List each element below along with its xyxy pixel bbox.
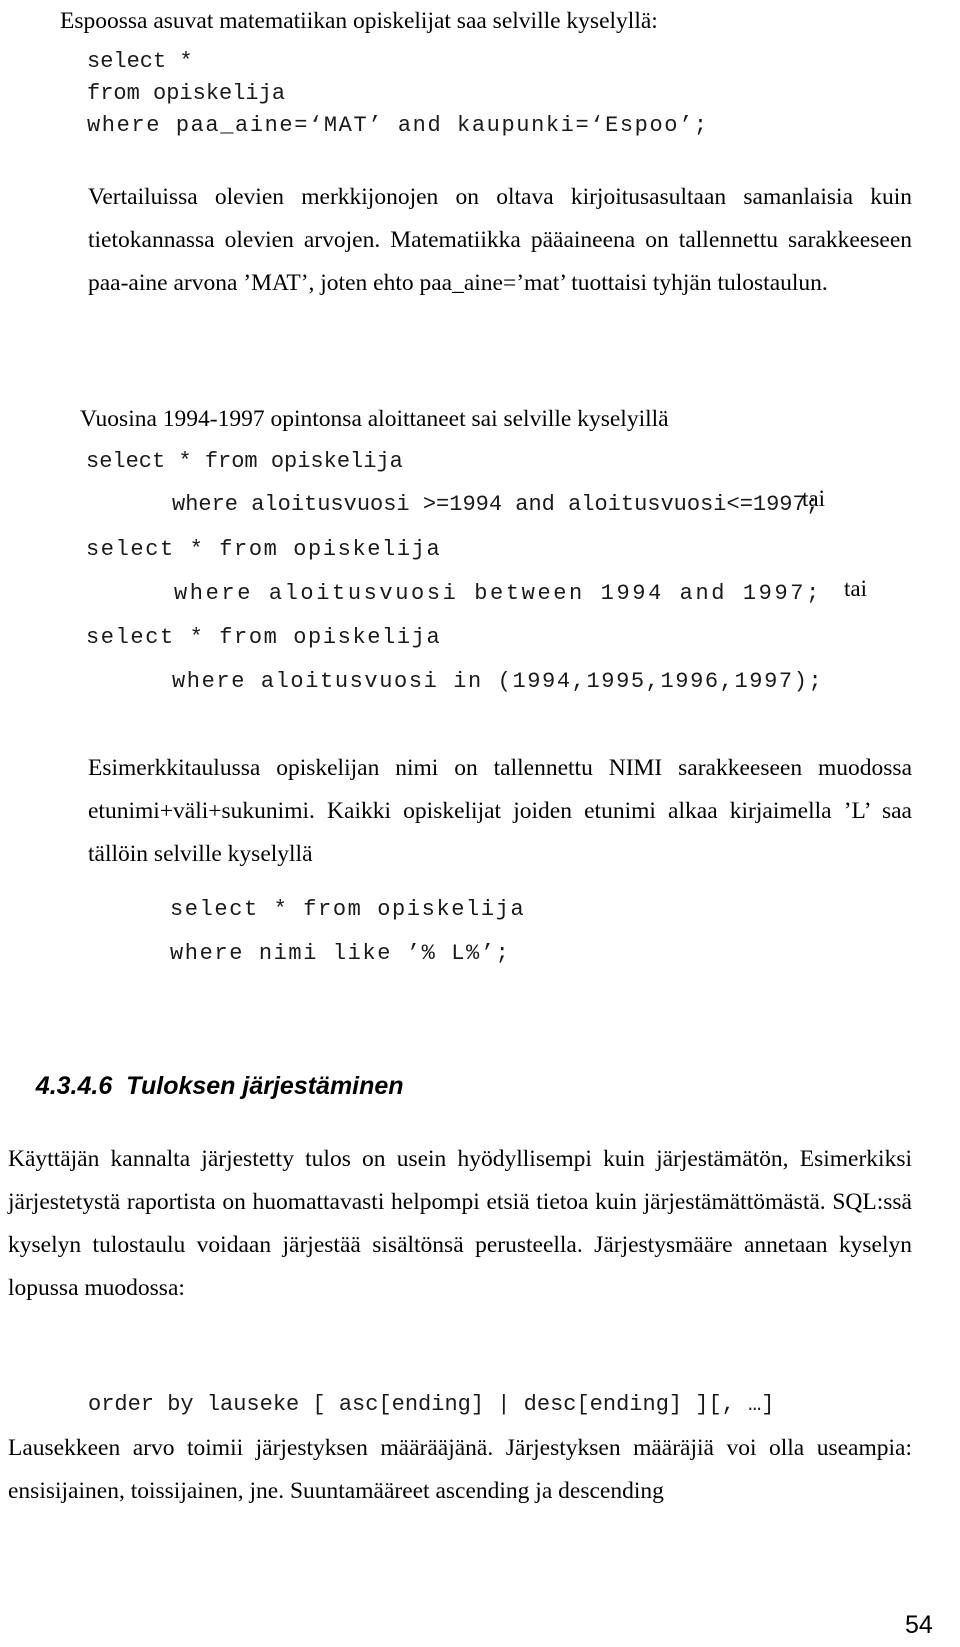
section-title: Tuloksen järjestäminen	[126, 1072, 404, 1100]
code-block-3-line-1: select * from opiskelija	[170, 897, 526, 922]
section-number: 4.3.4.6	[35, 1072, 113, 1100]
paragraph-ordering-details: Lausekkeen arvo toimii järjestyksen määr…	[8, 1435, 912, 1504]
code-block-3-line-2: where nimi like ’% L%’;	[170, 941, 511, 966]
document-page: Espoossa asuvat matematiikan opiskelijat…	[0, 0, 960, 1647]
code-block-2-where-2: where aloitusvuosi between 1994 and 1997…	[174, 581, 822, 606]
code-block-2-where-3: where aloitusvuosi in (1994,1995,1996,19…	[172, 669, 824, 694]
code-block-2-where-1: where aloitusvuosi >=1994 and aloitusvuo…	[172, 492, 819, 517]
code-block-2-select-3: select * from opiskelija	[86, 625, 442, 650]
section-heading: 4.3.4.6 Tuloksen järjestäminen	[8, 1043, 404, 1130]
intro-line: Espoossa asuvat matematiikan opiskelijat…	[60, 8, 658, 34]
paragraph-string-comparison: Vertailuissa olevien merkkijonojen on ol…	[88, 184, 912, 296]
code-block-2-select-2: select * from opiskelija	[86, 537, 442, 562]
code-block-4-line-1: order by lauseke [ asc[ending] | desc[en…	[88, 1392, 775, 1417]
years-query-heading: Vuosina 1994-1997 opintonsa aloittaneet …	[80, 406, 669, 432]
paragraph-name-column: Esimerkkitaulussa opiskelijan nimi on ta…	[88, 755, 912, 867]
code-block-2-tai-1: tai	[802, 486, 825, 511]
section-heading-gap	[112, 1072, 126, 1100]
code-block-2-tai-2: tai	[844, 576, 867, 601]
code-block-1-line-3: where paa_aine=‘MAT’ and kaupunki=‘Espoo…	[87, 113, 709, 138]
paragraph-ordering-intro: Käyttäjän kannalta järjestetty tulos on …	[8, 1146, 912, 1301]
page-number: 54	[905, 1611, 933, 1639]
code-block-2-select-1: select * from opiskelija	[86, 449, 403, 474]
